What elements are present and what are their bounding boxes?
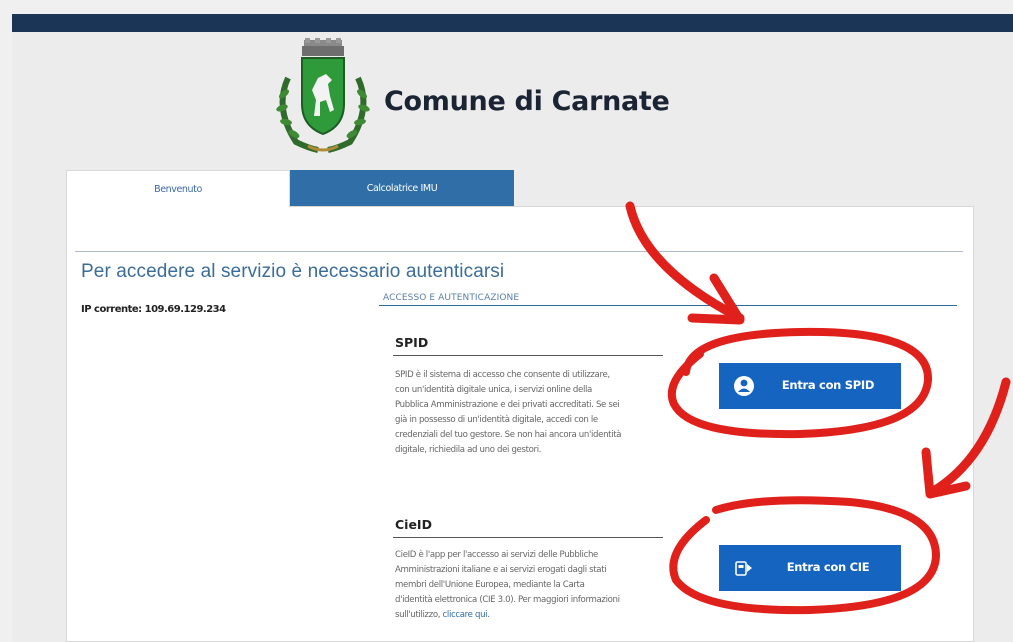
cie-text-line: sull'utilizzo, cliccare qui. [395,608,681,623]
user-icon [734,376,754,396]
entra-con-spid-button[interactable]: Entra con SPID [719,363,901,409]
tab-calcolatrice-imu[interactable]: Calcolatrice IMU [290,170,514,206]
spid-button-label: Entra con SPID [781,378,875,392]
top-bar [12,14,1013,32]
cie-text-line: CieID è l'app per l'accesso ai servizi d… [395,550,598,560]
entra-con-cie-button[interactable]: Entra con CIE [719,545,901,591]
site-title: Comune di Carnate [384,86,670,117]
page-heading: Per accedere al servizio è necessario au… [81,261,505,282]
content-panel: Per accedere al servizio è necessario au… [66,206,974,642]
cie-text-line: d'identità elettronica (CIE 3.0). Per ma… [395,595,620,605]
section-divider [379,305,957,306]
spid-text-line: digitale, richiedila ad uno dei gestori. [395,445,542,455]
ip-address-text: IP corrente: 109.69.129.234 [81,304,226,315]
spid-text-line: già in possesso di un'identità digitale,… [395,415,598,425]
coat-of-arms-logo[interactable] [268,38,378,158]
spid-divider [393,355,663,356]
cie-text-line: Amministrazioni italiane e ai servizi er… [395,565,607,575]
tab-bar: Benvenuto Calcolatrice IMU [66,170,526,207]
tab-benvenuto[interactable]: Benvenuto [66,170,290,207]
spid-description: SPID è il sistema di accesso che consent… [395,368,681,458]
section-label: ACCESSO E AUTENTICAZIONE [383,293,520,303]
cie-last-line-suffix: . [487,610,490,620]
divider [75,251,963,252]
cie-description: CieID è l'app per l'accesso ai servizi d… [395,548,681,623]
cie-text-line: membri dell'Unione Europea, mediante la … [395,580,585,590]
cie-button-label: Entra con CIE [786,560,870,574]
cie-card-icon [735,561,752,576]
spid-title: SPID [395,335,429,350]
cie-last-line-prefix: sull'utilizzo, [395,610,443,620]
spid-text-line: credenziali del tuo gestore. Se non hai … [395,430,622,440]
spid-text-line: con un'identità digitale unica, i serviz… [395,385,592,395]
site-header: Comune di Carnate [268,38,688,158]
spid-text-line: Pubblica Amministrazione e dei privati a… [395,400,620,410]
cie-divider [393,537,663,538]
spid-text-line: SPID è il sistema di accesso che consent… [395,370,610,380]
cie-title: CieID [395,517,432,532]
cliccare-qui-link[interactable]: cliccare qui [443,610,488,620]
